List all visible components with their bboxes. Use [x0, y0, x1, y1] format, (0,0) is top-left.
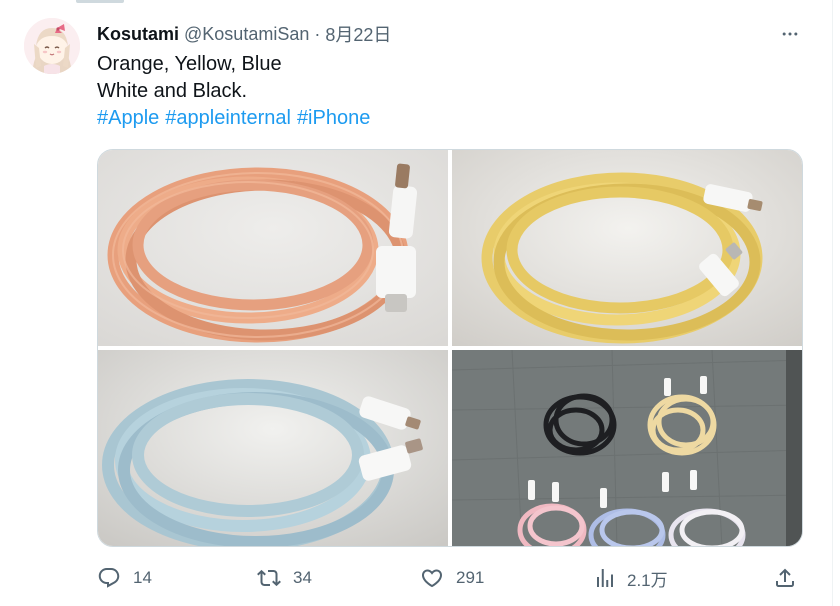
- like-button[interactable]: 291: [420, 562, 484, 594]
- media-grid: [97, 149, 803, 547]
- tweet-text-line: Orange, Yellow, Blue: [97, 53, 282, 75]
- author-name[interactable]: Kosutami: [97, 24, 179, 45]
- thread-connector: [76, 0, 124, 3]
- yellow-cable-image: [452, 150, 802, 346]
- hashtag-link[interactable]: #appleinternal: [165, 107, 291, 129]
- share-button[interactable]: [773, 562, 809, 594]
- blue-cable-image: [98, 350, 448, 546]
- tweet-date[interactable]: 8月22日: [325, 21, 391, 47]
- avatar[interactable]: [24, 18, 80, 74]
- retweet-icon: [257, 569, 281, 587]
- tweet-text: Orange, Yellow, Blue White and Black.: [97, 51, 282, 105]
- tweet-header: Kosutami @KosutamiSan · 8月22日: [97, 22, 391, 46]
- action-bar: 14 34 291 2.1万: [97, 562, 803, 594]
- share-icon: [776, 568, 794, 587]
- photo-yellow-cable[interactable]: [452, 150, 802, 346]
- photo-multiple-cables[interactable]: [452, 350, 802, 546]
- retweet-button[interactable]: 34: [257, 562, 312, 594]
- hashtag-list: #Apple #appleinternal #iPhone: [97, 105, 376, 132]
- photo-blue-cable[interactable]: [98, 350, 448, 546]
- views-count: 2.1万: [627, 570, 668, 590]
- separator-dot: ·: [314, 23, 321, 44]
- retweet-count: 34: [293, 568, 312, 587]
- views-chart-icon: [597, 569, 613, 587]
- views-button[interactable]: 2.1万: [593, 562, 668, 594]
- avatar-image: [24, 18, 80, 74]
- hashtag-link[interactable]: #Apple: [97, 107, 159, 129]
- author-handle[interactable]: @KosutamiSan: [184, 24, 309, 45]
- photo-orange-cable[interactable]: [98, 150, 448, 346]
- reply-button[interactable]: 14: [97, 562, 152, 594]
- reply-icon: [98, 568, 120, 588]
- reply-count: 14: [133, 568, 152, 587]
- tweet-text-line: White and Black.: [97, 80, 248, 102]
- tweet-card[interactable]: Kosutami @KosutamiSan · 8月22日 Orange, Ye…: [0, 0, 833, 606]
- like-count: 291: [456, 568, 485, 587]
- hashtag-link[interactable]: #iPhone: [297, 107, 370, 129]
- more-dots-icon: [782, 32, 798, 36]
- orange-cable-image: [98, 150, 448, 346]
- multiple-cables-image: [452, 350, 802, 546]
- more-options-button[interactable]: [778, 22, 802, 46]
- heart-icon: [421, 569, 443, 588]
